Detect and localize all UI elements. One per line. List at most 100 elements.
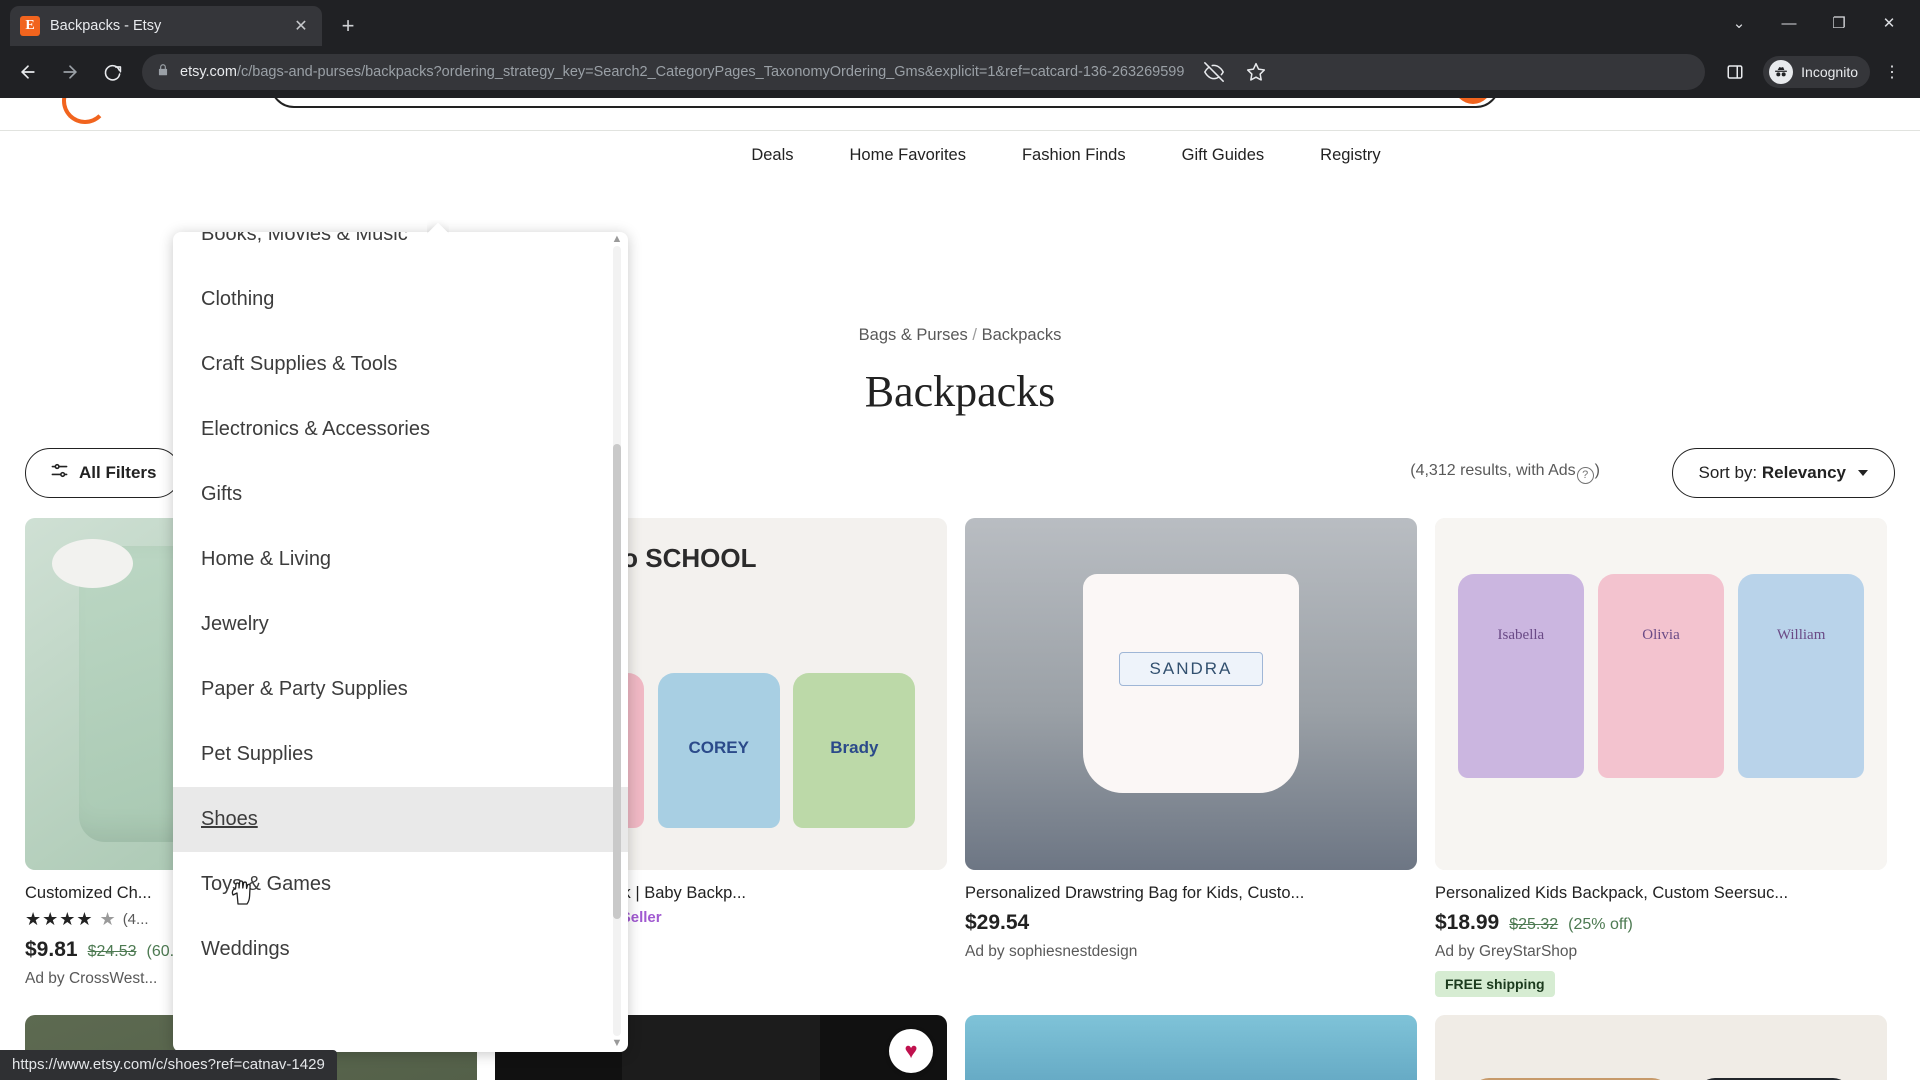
help-icon[interactable]: ? <box>1576 466 1594 484</box>
close-window-button[interactable]: ✕ <box>1866 3 1912 43</box>
breadcrumb-current: Backpacks <box>981 326 1062 344</box>
scroll-up-icon[interactable]: ▲ <box>610 232 624 246</box>
category-menu-item-books-movies-music[interactable]: Books, Movies & Music <box>173 232 628 267</box>
all-filters-button[interactable]: All Filters <box>25 448 182 498</box>
breadcrumb-parent[interactable]: Bags & Purses <box>859 326 968 344</box>
product-image[interactable]: SANDRA <box>965 518 1417 870</box>
product-image-item: Olivia <box>1597 574 1725 779</box>
dropdown-scrollbar-thumb[interactable] <box>613 444 621 919</box>
new-tab-button[interactable]: + <box>332 10 364 42</box>
side-panel-icon[interactable] <box>1715 52 1755 92</box>
forward-icon[interactable] <box>50 52 90 92</box>
product-photo-detail <box>621 1015 821 1080</box>
eye-off-icon[interactable] <box>1194 52 1234 92</box>
etsy-logo-icon[interactable] <box>62 98 108 124</box>
product-card[interactable] <box>965 1015 1417 1080</box>
browser-menu-icon[interactable]: ⋮ <box>1872 52 1912 92</box>
category-menu-item-label: Craft Supplies & Tools <box>201 353 398 375</box>
product-price: $29.54 <box>965 911 1417 935</box>
product-card[interactable] <box>1435 1015 1887 1080</box>
category-menu-item-paper-party-supplies[interactable]: Paper & Party Supplies <box>173 657 628 722</box>
product-ad-by[interactable]: Ad by sophiesnestdesign <box>965 943 1417 961</box>
category-dropdown-menu: Books, Movies & Music Clothing Craft Suppl… <box>173 232 628 1052</box>
bookmark-star-icon[interactable] <box>1236 52 1276 92</box>
nav-item-fashion-finds[interactable]: Fashion Finds <box>994 146 1154 165</box>
sliders-icon <box>50 461 69 485</box>
address-bar[interactable]: etsy.com/c/bags-and-purses/backpacks?ord… <box>142 52 1706 92</box>
product-ad-by[interactable]: Ad by GreyStarShop <box>1435 943 1887 961</box>
product-photo <box>965 1015 1417 1080</box>
category-menu-item-label: Paper & Party Supplies <box>201 678 408 700</box>
close-tab-icon[interactable]: ✕ <box>290 15 312 37</box>
product-image-item: William <box>1737 574 1865 779</box>
tab-search-icon[interactable]: ⌄ <box>1716 3 1762 43</box>
product-image[interactable]: Isabella Olivia William <box>1435 518 1887 870</box>
product-title[interactable]: Personalized Drawstring Bag for Kids, Cu… <box>965 884 1417 903</box>
nav-item-home-favorites[interactable]: Home Favorites <box>822 146 994 165</box>
category-menu-item-label: Gifts <box>201 483 243 505</box>
profile-incognito-button[interactable]: Incognito <box>1763 56 1870 88</box>
category-menu-item-label: Jewelry <box>201 613 269 635</box>
search-submit-icon[interactable] <box>1454 98 1492 104</box>
maximize-window-button[interactable]: ❐ <box>1816 3 1862 43</box>
product-photo <box>965 518 1417 870</box>
mouse-cursor <box>228 876 256 908</box>
etsy-category-nav: Deals Home Favorites Fashion Finds Gift Gui… <box>0 132 1920 178</box>
sort-by-value: Relevancy <box>1761 463 1846 482</box>
product-title[interactable]: Personalized Kids Backpack, Custom Seers… <box>1435 884 1887 903</box>
url-domain: etsy.com <box>180 64 237 80</box>
category-menu-item-pet-supplies[interactable]: Pet Supplies <box>173 722 628 787</box>
search-input[interactable] <box>270 98 1500 108</box>
tab-title: Backpacks - Etsy <box>50 18 162 34</box>
all-filters-label: All Filters <box>79 463 157 482</box>
price-original: $24.53 <box>87 943 137 960</box>
product-image-item: COREY <box>657 672 780 828</box>
rating-count: (4... <box>122 911 149 928</box>
scroll-down-icon[interactable]: ▼ <box>610 1036 624 1050</box>
price-current: $9.81 <box>25 938 78 961</box>
product-image-item: Isabella <box>1457 574 1585 779</box>
etsy-favicon-icon: E <box>20 16 40 36</box>
price-original: $25.32 <box>1509 916 1559 933</box>
minimize-window-button[interactable]: — <box>1766 3 1812 43</box>
product-price: $18.99 $25.32 (25% off) <box>1435 911 1887 935</box>
etsy-header-band <box>0 98 1920 131</box>
chevron-down-icon <box>1858 470 1868 476</box>
product-card[interactable]: Isabella Olivia William Personalized Kids B… <box>1435 518 1887 997</box>
category-menu-item-label: Home & Living <box>201 548 332 570</box>
status-bar-url: https://www.etsy.com/c/shoes?ref=catnav-… <box>0 1050 337 1080</box>
price-current: $18.99 <box>1435 911 1500 934</box>
category-menu-item-jewelry[interactable]: Jewelry <box>173 592 628 657</box>
category-menu-item-label: Clothing <box>201 288 275 310</box>
tab-strip: E Backpacks - Etsy ✕ + ⌄ — ❐ ✕ <box>0 0 1920 46</box>
browser-tab[interactable]: E Backpacks - Etsy ✕ <box>10 6 322 46</box>
nav-item-gift-guides[interactable]: Gift Guides <box>1154 146 1293 165</box>
nav-item-deals[interactable]: Deals <box>751 146 821 165</box>
lock-icon <box>156 63 170 82</box>
category-menu-item-craft-supplies-tools[interactable]: Craft Supplies & Tools <box>173 332 628 397</box>
free-shipping-badge: FREE shipping <box>1435 971 1555 997</box>
category-menu-item-weddings[interactable]: Weddings <box>173 917 628 982</box>
product-image[interactable] <box>1435 1015 1887 1080</box>
sort-by-label: Sort by: Relevancy <box>1698 463 1846 482</box>
category-menu-item-shoes[interactable]: Shoes <box>173 787 628 852</box>
sort-by-dropdown[interactable]: Sort by: Relevancy <box>1671 448 1895 498</box>
category-menu-item-clothing[interactable]: Clothing <box>173 267 628 332</box>
back-icon[interactable] <box>8 52 48 92</box>
results-count-text: (4,312 results, with Ads <box>1410 462 1576 479</box>
favorite-heart-icon[interactable]: ♥ <box>889 1029 933 1073</box>
category-menu-item-label: Shoes <box>201 808 258 830</box>
window-controls: ⌄ — ❐ ✕ <box>1716 0 1920 46</box>
category-menu-item-electronics-accessories[interactable]: Electronics & Accessories <box>173 397 628 462</box>
reload-icon[interactable] <box>92 52 132 92</box>
omnibox-actions <box>1194 52 1278 92</box>
category-menu-item-gifts[interactable]: Gifts <box>173 462 628 527</box>
breadcrumb-separator: / <box>972 326 977 344</box>
browser-window: E Backpacks - Etsy ✕ + ⌄ — ❐ ✕ etsy.com/… <box>0 0 1920 1080</box>
category-menu-item-label: Toys & Games <box>201 873 332 895</box>
product-image-name-text: William <box>1776 627 1826 644</box>
category-menu-item-home-living[interactable]: Home & Living <box>173 527 628 592</box>
product-image[interactable] <box>965 1015 1417 1080</box>
product-card[interactable]: SANDRA Personalized Drawstring Bag for Ki… <box>965 518 1417 997</box>
nav-item-registry[interactable]: Registry <box>1292 146 1409 165</box>
